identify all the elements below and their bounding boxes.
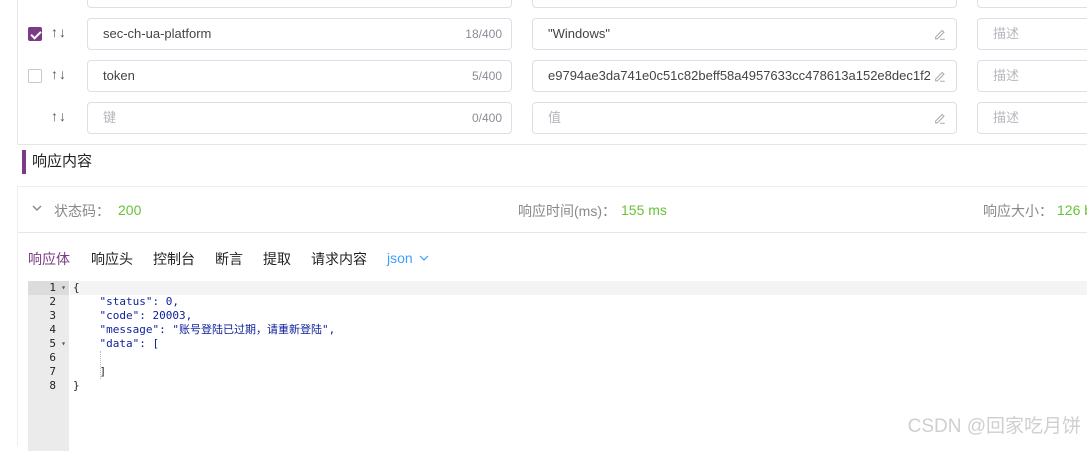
code-line: "status": 0, xyxy=(73,295,179,309)
line-number: 1▾ xyxy=(28,281,69,295)
header-key-field[interactable]: 键 0/400 xyxy=(87,102,512,134)
header-value-text: "Windows" xyxy=(548,26,610,41)
pencil-icon[interactable] xyxy=(933,69,947,83)
char-counter: 0/400 xyxy=(472,103,502,133)
watermark: CSDN @回家吃月饼 xyxy=(908,411,1081,438)
char-counter: 5/400 xyxy=(472,61,502,91)
header-key-text: sec-ch-ua-platform xyxy=(103,26,211,41)
status-code-value: 200 xyxy=(118,202,141,218)
headers-table: ↑↓ sec-ch-ua-platform 18/400 "Windows" 描… xyxy=(17,0,1087,145)
code-line: } xyxy=(73,379,80,393)
fold-arrow-icon: ▾ xyxy=(61,281,66,295)
response-size-value: 126 b xyxy=(1057,202,1087,218)
fold-arrow-icon: ▾ xyxy=(61,337,66,351)
header-desc-field[interactable]: 描述 xyxy=(977,102,1087,134)
tab-response-headers[interactable]: 响应头 xyxy=(91,249,133,269)
pencil-icon[interactable] xyxy=(933,111,947,125)
tab-extract[interactable]: 提取 xyxy=(263,249,291,269)
header-value-text: e9794ae3da741e0c51c82beff58a4957633cc478… xyxy=(548,68,931,83)
sort-arrows-icon[interactable]: ↑↓ xyxy=(51,24,67,40)
header-row: ↑↓ sec-ch-ua-platform 18/400 "Windows" 描… xyxy=(18,18,1087,50)
response-status-bar: 状态码： 200 响应时间(ms)： 155 ms 响应大小： 126 b xyxy=(18,187,1087,233)
response-section-title: 响应内容 xyxy=(22,150,92,174)
header-value-field[interactable]: e9794ae3da741e0c51c82beff58a4957633cc478… xyxy=(532,60,957,92)
response-panel: 状态码： 200 响应时间(ms)： 155 ms 响应大小： 126 b 响应… xyxy=(17,186,1087,446)
header-value-field[interactable] xyxy=(532,0,957,8)
line-number: 7 xyxy=(28,365,69,379)
tab-console[interactable]: 控制台 xyxy=(153,249,195,269)
desc-placeholder: 描述 xyxy=(993,110,1019,125)
format-select[interactable]: json xyxy=(387,249,429,266)
header-row-new: ↑↓ 键 0/400 值 描述 xyxy=(18,102,1087,134)
chevron-down-icon[interactable] xyxy=(30,201,44,215)
key-placeholder: 键 xyxy=(103,110,116,125)
response-size-label: 响应大小： xyxy=(983,201,1053,221)
code-line: "code": 20003, xyxy=(73,309,192,323)
line-number: 5▾ xyxy=(28,337,69,351)
status-code-label: 状态码： xyxy=(54,201,110,221)
sort-arrows-icon[interactable]: ↑↓ xyxy=(51,108,67,124)
pencil-icon[interactable] xyxy=(933,27,947,41)
header-key-text: token xyxy=(103,68,135,83)
header-row: ↑↓ token 5/400 e9794ae3da741e0c51c82beff… xyxy=(18,60,1087,92)
header-value-field[interactable]: 值 xyxy=(532,102,957,134)
line-number: 8 xyxy=(28,379,69,393)
editor-gutter: 1▾ 2 3 4 5▾ 6 7 8 xyxy=(28,281,69,451)
line-number: 3 xyxy=(28,309,69,323)
row-checkbox[interactable] xyxy=(28,69,42,83)
desc-placeholder: 描述 xyxy=(993,68,1019,83)
line-number: 2 xyxy=(28,295,69,309)
code-line: "message": "账号登陆已过期，请重新登陆", xyxy=(73,323,335,337)
line-number: 6 xyxy=(28,351,69,365)
header-key-field[interactable]: token 5/400 xyxy=(87,60,512,92)
response-time-value: 155 ms xyxy=(621,202,667,218)
code-line: { xyxy=(70,281,1087,295)
value-placeholder: 值 xyxy=(548,110,561,125)
response-time-label: 响应时间(ms)： xyxy=(518,201,616,221)
header-desc-field[interactable] xyxy=(977,0,1087,8)
header-key-field[interactable]: sec-ch-ua-platform 18/400 xyxy=(87,18,512,50)
tab-response-body[interactable]: 响应体 xyxy=(28,249,70,269)
header-key-field[interactable] xyxy=(87,0,512,8)
chevron-down-icon xyxy=(419,249,429,265)
format-select-value: json xyxy=(387,250,413,266)
char-counter: 18/400 xyxy=(465,19,502,49)
header-desc-field[interactable]: 描述 xyxy=(977,18,1087,50)
header-row-partial xyxy=(18,0,1087,8)
tab-assertions[interactable]: 断言 xyxy=(215,249,243,269)
sort-arrows-icon[interactable]: ↑↓ xyxy=(51,66,67,82)
line-number: 4 xyxy=(28,323,69,337)
header-value-field[interactable]: "Windows" xyxy=(532,18,957,50)
code-line: ] xyxy=(73,365,106,379)
row-checkbox[interactable] xyxy=(28,27,42,41)
desc-placeholder: 描述 xyxy=(993,26,1019,41)
header-desc-field[interactable]: 描述 xyxy=(977,60,1087,92)
tab-request-content[interactable]: 请求内容 xyxy=(311,249,367,269)
code-line: "data": [ xyxy=(73,337,159,351)
